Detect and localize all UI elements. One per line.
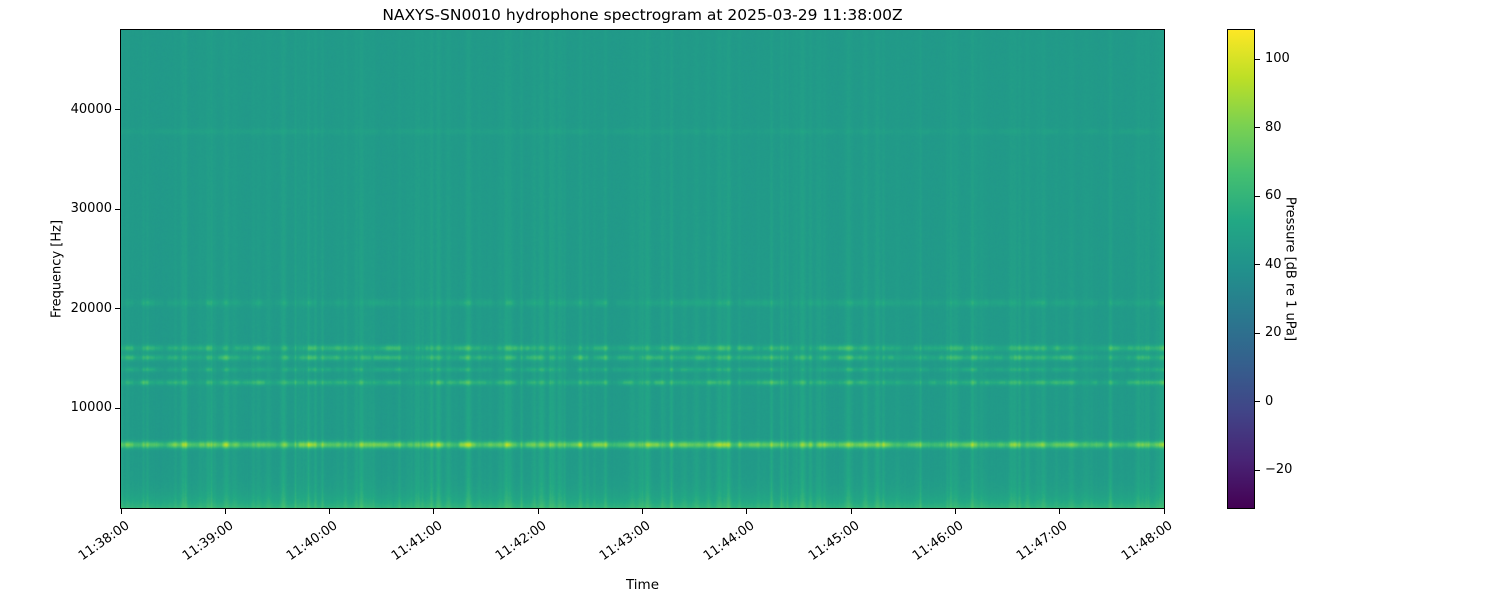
- x-tick-label: 11:45:00: [805, 518, 863, 564]
- colorbar-tick-label: 20: [1265, 325, 1282, 341]
- colorbar-tick-label: 0: [1265, 393, 1274, 409]
- colorbar-tick-mark: [1255, 127, 1260, 129]
- x-tick-mark: [954, 509, 956, 514]
- colorbar-label: Pressure [dB re 1 uPa]: [1282, 196, 1298, 342]
- x-tick-mark: [120, 509, 122, 514]
- x-tick-mark: [433, 509, 435, 514]
- colorbar-tick-mark: [1255, 401, 1260, 403]
- y-tick-label: 40000: [70, 101, 112, 117]
- colorbar-tick-mark: [1255, 195, 1260, 197]
- x-tick-label: 11:44:00: [701, 518, 758, 564]
- spectrogram-canvas: [121, 30, 1164, 508]
- x-tick-mark: [1059, 509, 1061, 514]
- x-axis-label: Time: [625, 577, 660, 593]
- x-tick-mark: [1163, 509, 1165, 514]
- x-tick-mark: [850, 509, 852, 514]
- chart-title: NAXYS-SN0010 hydrophone spectrogram at 2…: [382, 6, 903, 24]
- y-tick-mark: [115, 308, 121, 310]
- colorbar-tick-mark: [1255, 469, 1260, 471]
- x-tick-label: 11:39:00: [179, 518, 237, 564]
- colorbar-tick-mark: [1255, 332, 1260, 334]
- colorbar-tick-mark: [1255, 264, 1260, 266]
- colorbar-tick-label: 80: [1265, 119, 1282, 135]
- x-tick-label: 11:46:00: [910, 518, 967, 564]
- x-tick-label: 11:47:00: [1014, 518, 1071, 564]
- x-tick-label: 11:38:00: [75, 518, 133, 564]
- colorbar-tick-label: 60: [1265, 188, 1282, 204]
- x-tick-label: 11:48:00: [1118, 518, 1176, 564]
- x-tick-mark: [537, 509, 539, 514]
- colorbar: [1227, 29, 1255, 509]
- x-tick-mark: [746, 509, 748, 514]
- colorbar-gradient: [1228, 30, 1254, 508]
- x-tick-label: 11:41:00: [388, 518, 445, 564]
- y-tick-label: 20000: [70, 300, 112, 316]
- colorbar-tick-label: 40: [1265, 256, 1282, 272]
- colorbar-tick-label: 100: [1265, 51, 1290, 67]
- y-tick-mark: [115, 407, 121, 409]
- x-tick-label: 11:43:00: [597, 518, 654, 564]
- x-tick-mark: [642, 509, 643, 514]
- plot-area: [120, 29, 1165, 509]
- y-tick-label: 10000: [70, 400, 112, 416]
- spectrogram-figure: NAXYS-SN0010 hydrophone spectrogram at 2…: [0, 0, 1500, 600]
- x-tick-label: 11:40:00: [284, 518, 341, 564]
- x-tick-mark: [329, 509, 331, 514]
- y-tick-mark: [115, 109, 121, 111]
- y-tick-label: 30000: [70, 201, 112, 217]
- colorbar-tick-label: −20: [1265, 462, 1293, 478]
- y-tick-mark: [115, 208, 121, 210]
- colorbar-tick-mark: [1255, 58, 1260, 60]
- x-tick-label: 11:42:00: [492, 518, 550, 564]
- x-tick-mark: [224, 509, 226, 514]
